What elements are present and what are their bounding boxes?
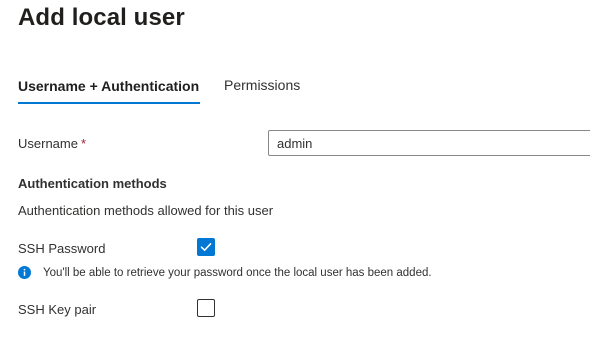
active-tab-indicator [18, 102, 200, 104]
username-input[interactable] [268, 130, 590, 156]
required-marker: * [80, 136, 87, 151]
password-info-text: You'll be able to retrieve your password… [43, 267, 432, 279]
auth-methods-description: Authentication methods allowed for this … [18, 203, 274, 218]
add-local-user-panel: Add local user Username + Authentication… [0, 0, 590, 357]
checkmark-icon [200, 243, 212, 251]
ssh-key-pair-checkbox[interactable] [197, 299, 215, 317]
page-title: Add local user [18, 4, 185, 31]
username-label-text: Username [18, 136, 78, 151]
ssh-key-pair-label: SSH Key pair [18, 302, 97, 317]
username-label: Username * [18, 136, 86, 151]
info-icon [18, 266, 31, 279]
ssh-password-checkbox[interactable] [197, 238, 215, 256]
auth-methods-heading: Authentication methods [18, 176, 167, 191]
tab-permissions[interactable]: Permissions [224, 77, 300, 93]
tab-username-authentication[interactable]: Username + Authentication [18, 78, 199, 94]
ssh-password-label: SSH Password [18, 241, 106, 256]
